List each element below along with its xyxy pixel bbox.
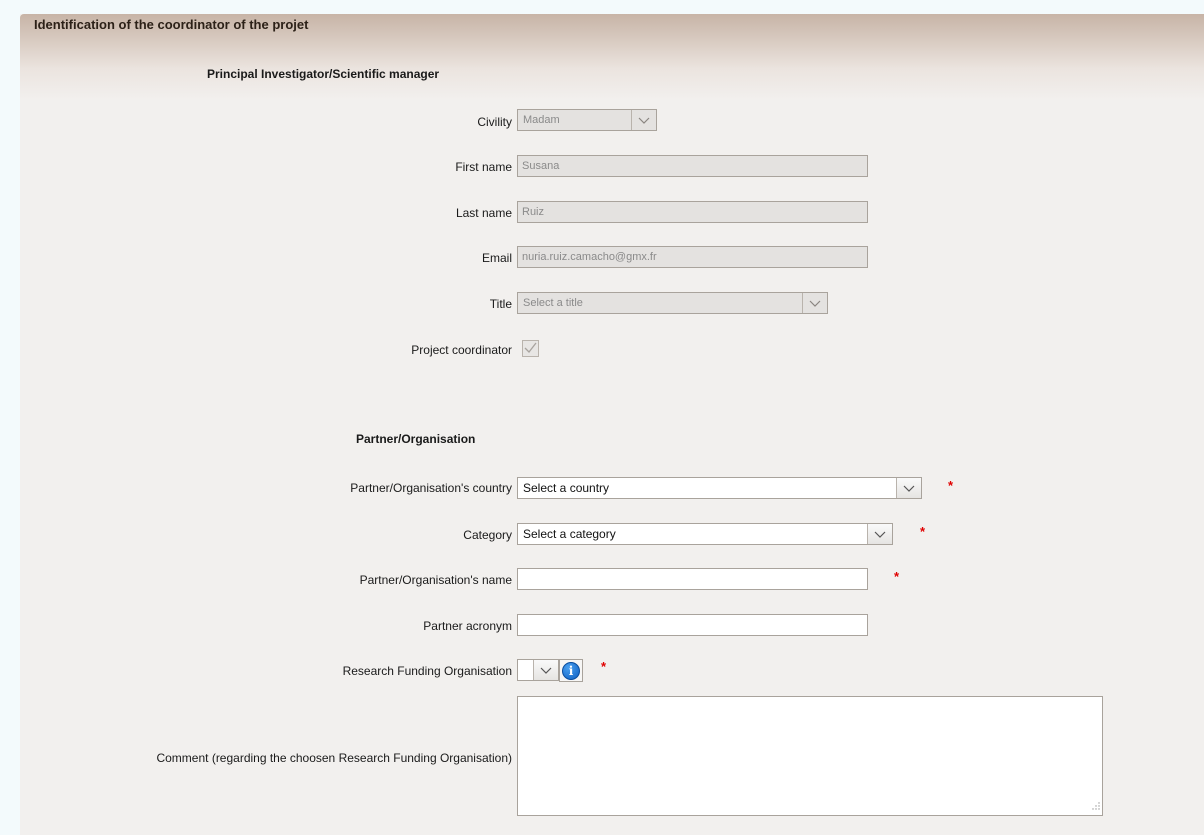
last-name-field[interactable]: Ruiz (517, 201, 868, 223)
partner-acronym-field[interactable] (517, 614, 868, 636)
comment-container (517, 696, 1103, 816)
funding-org-select[interactable] (517, 659, 559, 681)
comment-textarea[interactable] (517, 696, 1103, 816)
first-name-label: First name (455, 160, 512, 174)
panel-header: Identification of the coordinator of the… (20, 14, 1204, 100)
required-marker-country: * (948, 478, 954, 493)
funding-org-label: Research Funding Organisation (342, 664, 512, 678)
partner-name-label: Partner/Organisation's name (359, 573, 512, 587)
project-coordinator-checkbox[interactable] (522, 340, 539, 357)
civility-label: Civility (477, 115, 512, 129)
required-marker-funding: * (601, 659, 607, 674)
chevron-down-icon (533, 660, 558, 680)
required-marker-name: * (894, 569, 900, 584)
chevron-down-icon (867, 524, 892, 544)
civility-value: Madam (523, 114, 560, 126)
category-select[interactable]: Select a category (517, 523, 893, 545)
title-label: Title (489, 297, 512, 311)
chevron-down-icon (896, 478, 921, 498)
category-value: Select a category (523, 527, 616, 541)
last-name-label: Last name (455, 206, 512, 220)
checkmark-icon (524, 342, 537, 356)
country-select[interactable]: Select a country (517, 477, 922, 499)
category-label: Category (463, 528, 512, 542)
email-field[interactable]: nuria.ruiz.camacho@gmx.fr (517, 246, 868, 268)
info-icon: i (562, 661, 580, 680)
partner-name-field[interactable] (517, 568, 868, 590)
email-label: Email (481, 251, 512, 265)
resize-grip-icon[interactable] (1092, 799, 1100, 813)
comment-label: Comment (regarding the choosen Research … (156, 751, 512, 765)
title-select[interactable]: Select a title (517, 292, 828, 314)
required-marker-category: * (920, 524, 926, 539)
section-title-investigator: Principal Investigator/Scientific manage… (207, 67, 440, 81)
country-label: Partner/Organisation's country (350, 481, 512, 495)
title-value: Select a title (523, 297, 583, 309)
country-value: Select a country (523, 481, 610, 495)
civility-select[interactable]: Madam (517, 109, 657, 131)
panel-title: Identification of the coordinator of the… (34, 17, 309, 32)
chevron-down-icon (802, 293, 827, 313)
partner-acronym-label: Partner acronym (423, 619, 512, 633)
project-coordinator-label: Project coordinator (411, 343, 512, 357)
funding-org-info-button[interactable]: i (559, 659, 583, 682)
section-title-partner: Partner/Organisation (356, 432, 476, 446)
chevron-down-icon (631, 110, 656, 130)
first-name-field[interactable]: Susana (517, 155, 868, 177)
